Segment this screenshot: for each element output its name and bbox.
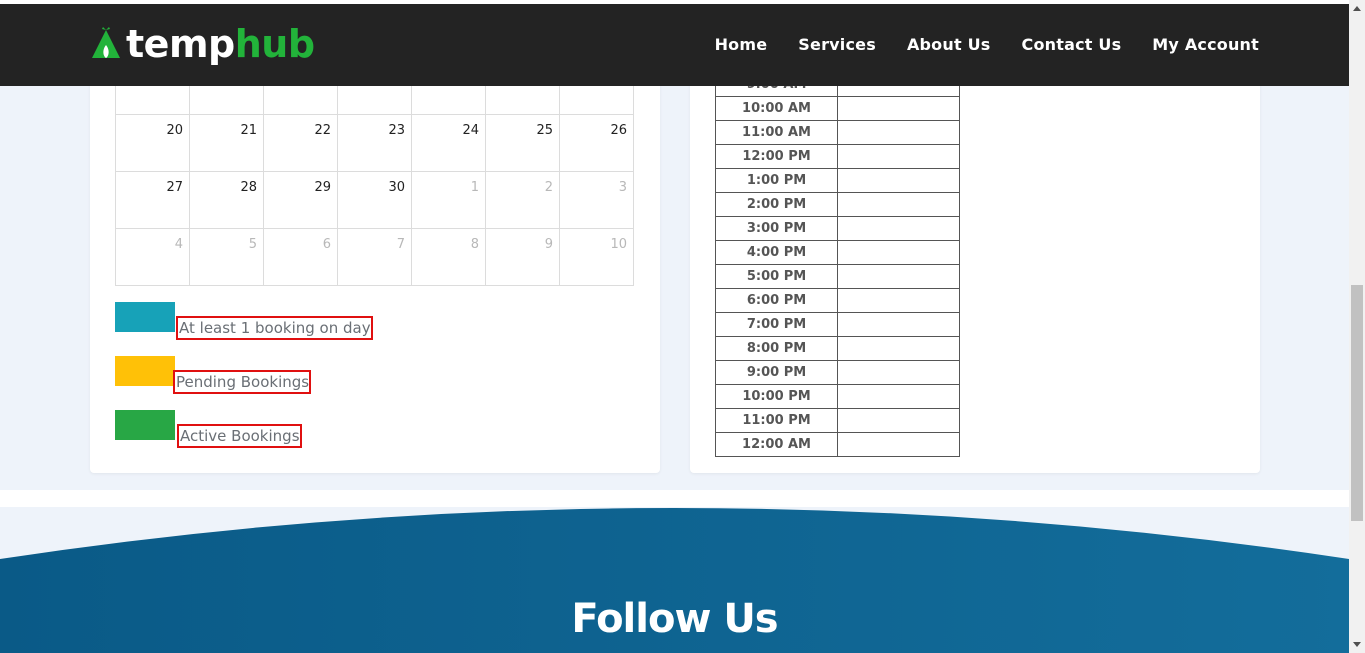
- timeslot-label: 11:00 PM: [715, 408, 838, 433]
- nav-about-us[interactable]: About Us: [907, 35, 991, 54]
- timeslot-label: 6:00 PM: [715, 288, 838, 313]
- calendar-day-cell[interactable]: 23: [337, 114, 412, 172]
- timeslot-row: 1:00 PM: [715, 168, 960, 193]
- timeslot-label: 12:00 AM: [715, 432, 838, 457]
- timeslot-booking-cell[interactable]: [837, 120, 960, 145]
- calendar-day-cell[interactable]: 10: [559, 228, 634, 286]
- timeslot-label: 12:00 PM: [715, 144, 838, 169]
- scroll-up-icon[interactable]: [1353, 6, 1361, 11]
- timeslot-booking-cell[interactable]: [837, 432, 960, 457]
- nav-contact-us[interactable]: Contact Us: [1022, 35, 1122, 54]
- timeslot-row: 11:00 PM: [715, 408, 960, 433]
- calendar-day-cell[interactable]: 22: [263, 114, 338, 172]
- legend-swatch-teal: [115, 302, 175, 332]
- legend-swatch-green: [115, 410, 175, 440]
- nav-services[interactable]: Services: [798, 35, 876, 54]
- calendar-day-cell[interactable]: 1: [411, 171, 486, 229]
- timeslot-booking-cell[interactable]: [837, 96, 960, 121]
- section-divider: [0, 490, 1349, 507]
- tent-icon: [92, 27, 120, 58]
- follow-us-heading: Follow Us: [571, 596, 778, 642]
- calendar-day-cell[interactable]: 29: [263, 171, 338, 229]
- timeslot-booking-cell[interactable]: [837, 192, 960, 217]
- brand-part-temp: temp: [126, 22, 235, 66]
- timeslot-label: 1:00 PM: [715, 168, 838, 193]
- scrollbar-thumb[interactable]: [1351, 285, 1363, 521]
- calendar-day-cell[interactable]: 4: [115, 228, 190, 286]
- nav-home[interactable]: Home: [715, 35, 768, 54]
- legend-label: Pending Bookings: [173, 370, 312, 394]
- timeslot-label: 2:00 PM: [715, 192, 838, 217]
- timeslot-row: 5:00 PM: [715, 264, 960, 289]
- timeslot-booking-cell[interactable]: [837, 408, 960, 433]
- scroll-down-icon[interactable]: [1353, 642, 1361, 647]
- calendar-day-cell[interactable]: 30: [337, 171, 412, 229]
- page-scrollbar[interactable]: [1349, 0, 1365, 653]
- calendar-day-cell[interactable]: 8: [411, 228, 486, 286]
- calendar-week-row: 4 5 6 7 8 9 10: [115, 228, 634, 286]
- timeslot-row: 8:00 PM: [715, 336, 960, 361]
- calendar-day-cell[interactable]: 6: [263, 228, 338, 286]
- calendar-day-cell[interactable]: 2: [485, 171, 560, 229]
- timeslot-booking-cell[interactable]: [837, 360, 960, 385]
- timeslot-label: 8:00 PM: [715, 336, 838, 361]
- legend-label: Active Bookings: [177, 424, 302, 448]
- calendar-day-cell[interactable]: 20: [115, 114, 190, 172]
- calendar-day-cell[interactable]: 9: [485, 228, 560, 286]
- calendar-day-cell[interactable]: 27: [115, 171, 190, 229]
- timeslot-label: 9:00 PM: [715, 360, 838, 385]
- timeslot-booking-cell[interactable]: [837, 336, 960, 361]
- calendar-day-cell[interactable]: 3: [559, 171, 634, 229]
- calendar-week-row: 20 21 22 23 24 25 26: [115, 114, 634, 172]
- timeslot-booking-cell[interactable]: [837, 216, 960, 241]
- timeslot-label: 3:00 PM: [715, 216, 838, 241]
- timeslot-row: 9:00 PM: [715, 360, 960, 385]
- brand-name: temphub: [126, 24, 315, 64]
- timeslot-row: 10:00 AM: [715, 96, 960, 121]
- timeslot-row: 11:00 AM: [715, 120, 960, 145]
- legend-label: At least 1 booking on day: [176, 316, 373, 340]
- calendar-grid: 20 21 22 23 24 25 26 27 28 29 30 1 2 3 4 5 6 7 8 9 10: [115, 58, 634, 286]
- calendar-week-row: 27 28 29 30 1 2 3: [115, 171, 634, 229]
- timeslot-label: 10:00 AM: [715, 96, 838, 121]
- timeslot-row: 2:00 PM: [715, 192, 960, 217]
- calendar-day-cell[interactable]: 7: [337, 228, 412, 286]
- timeslot-booking-cell[interactable]: [837, 312, 960, 337]
- timeslot-booking-cell[interactable]: [837, 144, 960, 169]
- calendar-day-cell[interactable]: 26: [559, 114, 634, 172]
- timeslot-row: 3:00 PM: [715, 216, 960, 241]
- calendar-day-cell[interactable]: 28: [189, 171, 264, 229]
- timeslot-table: 9:00 AM10:00 AM11:00 AM12:00 PM1:00 PM2:…: [715, 72, 960, 457]
- timeslot-booking-cell[interactable]: [837, 168, 960, 193]
- main-nav: Home Services About Us Contact Us My Acc…: [715, 35, 1259, 54]
- timeslot-row: 7:00 PM: [715, 312, 960, 337]
- timeslot-booking-cell[interactable]: [837, 240, 960, 265]
- timeslot-row: 10:00 PM: [715, 384, 960, 409]
- timeslot-label: 4:00 PM: [715, 240, 838, 265]
- timeslot-label: 5:00 PM: [715, 264, 838, 289]
- brand-logo[interactable]: temphub: [90, 24, 315, 64]
- brand-part-hub: hub: [234, 22, 315, 66]
- timeslot-label: 11:00 AM: [715, 120, 838, 145]
- navbar: temphub Home Services About Us Contact U…: [0, 4, 1349, 86]
- timeslot-label: 7:00 PM: [715, 312, 838, 337]
- timeslot-row: 12:00 AM: [715, 432, 960, 457]
- timeslot-row: 6:00 PM: [715, 288, 960, 313]
- timeslot-booking-cell[interactable]: [837, 384, 960, 409]
- nav-my-account[interactable]: My Account: [1152, 35, 1259, 54]
- legend-swatch-yellow: [115, 356, 175, 386]
- calendar-day-cell[interactable]: 25: [485, 114, 560, 172]
- timeslot-booking-cell[interactable]: [837, 288, 960, 313]
- timeslot-row: 12:00 PM: [715, 144, 960, 169]
- timeslot-label: 10:00 PM: [715, 384, 838, 409]
- calendar-day-cell[interactable]: 21: [189, 114, 264, 172]
- timeslot-booking-cell[interactable]: [837, 264, 960, 289]
- calendar-day-cell[interactable]: 5: [189, 228, 264, 286]
- timeslot-row: 4:00 PM: [715, 240, 960, 265]
- calendar-day-cell[interactable]: 24: [411, 114, 486, 172]
